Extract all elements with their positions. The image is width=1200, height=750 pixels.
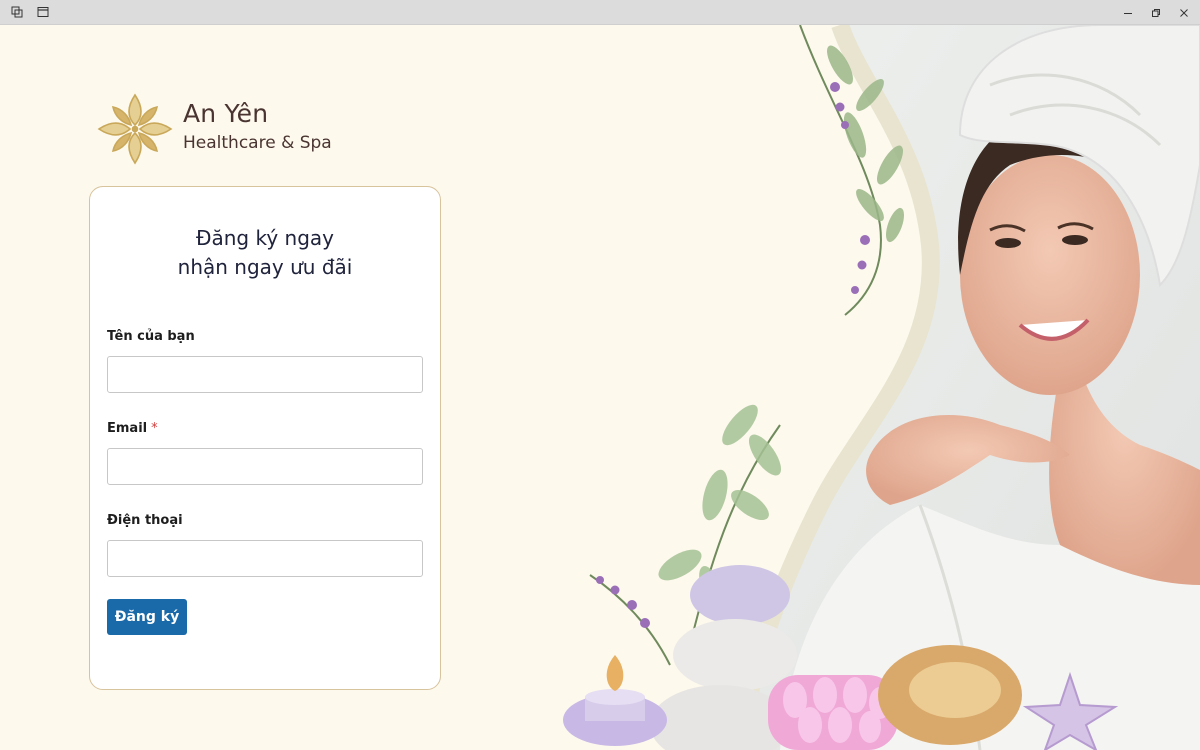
name-label-text: Tên của bạn bbox=[107, 329, 195, 344]
name-field[interactable] bbox=[107, 356, 423, 393]
close-button[interactable] bbox=[1170, 0, 1198, 25]
lotus-logo-icon bbox=[97, 93, 173, 165]
phone-field[interactable] bbox=[107, 540, 423, 577]
restore-button[interactable] bbox=[1142, 0, 1170, 25]
tab-view-icon[interactable] bbox=[35, 4, 51, 20]
email-label-text: Email bbox=[107, 421, 148, 436]
phone-field-label: Điện thoại bbox=[107, 513, 183, 528]
landing-page: An Yên Healthcare & Spa Đăng ký ngay nhậ… bbox=[0, 25, 1200, 750]
form-title: Đăng ký ngay nhận ngay ưu đãi bbox=[90, 224, 440, 282]
window-titlebar bbox=[0, 0, 1200, 25]
brand-tagline: Healthcare & Spa bbox=[183, 133, 332, 153]
restore-icon bbox=[1152, 8, 1160, 17]
form-title-line-2: nhận ngay ưu đãi bbox=[177, 255, 353, 279]
email-field-label: Email * bbox=[107, 421, 158, 436]
brand-name: An Yên bbox=[183, 99, 269, 128]
minimize-icon bbox=[1124, 12, 1132, 14]
minimize-button[interactable] bbox=[1114, 0, 1142, 25]
signup-form-card: Đăng ký ngay nhận ngay ưu đãi Tên của bạ… bbox=[89, 186, 441, 690]
app-icon[interactable] bbox=[9, 4, 25, 20]
brand-logo[interactable]: An Yên Healthcare & Spa bbox=[95, 91, 355, 167]
email-field[interactable] bbox=[107, 448, 423, 485]
hero-spa-image bbox=[563, 25, 1200, 750]
close-icon bbox=[1180, 8, 1188, 17]
form-title-line-1: Đăng ký ngay bbox=[195, 226, 334, 250]
name-field-label: Tên của bạn bbox=[107, 329, 195, 344]
phone-label-text: Điện thoại bbox=[107, 513, 183, 528]
required-marker: * bbox=[151, 421, 158, 436]
submit-button[interactable]: Đăng ký bbox=[107, 599, 187, 635]
